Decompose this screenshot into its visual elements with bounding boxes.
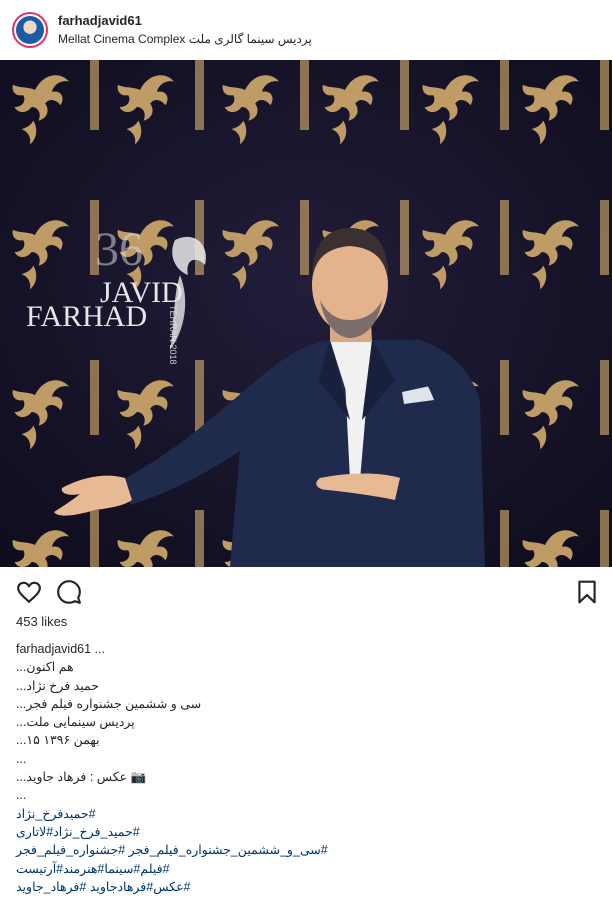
like-count[interactable]: 453 likes [16, 614, 67, 629]
hashtag-line[interactable]: #سی_و_ششمین_جشنواره_فیلم_فجر #جشنواره_فی… [16, 841, 328, 859]
post-header: farhadjavid61 Mellat Cinema Complex پردی… [0, 0, 612, 60]
photo-illustration: 36 JAVID FARHAD TEHRAN 2018 [0, 60, 612, 567]
hashtag-line[interactable]: #عکس#فرهادجاوید #فرهاد_جاوید [16, 878, 190, 896]
watermark-number: 36 [95, 223, 143, 276]
post-caption: farhadjavid61 ... هم اکنون... حمید فرخ ن… [16, 640, 596, 896]
heart-icon[interactable] [16, 579, 42, 605]
caption-line: حمید فرخ نژاد... [16, 678, 100, 693]
post-photo[interactable]: 36 JAVID FARHAD TEHRAN 2018 [0, 60, 612, 567]
caption-line: سی و ششمین جشنواره فیلم فجر... [16, 696, 202, 711]
caption-line: 📷 عکس : فرهاد جاوید... [16, 770, 147, 785]
hashtag-line[interactable]: #فیلم#سینما#هنرمند#آرتیست [16, 860, 170, 878]
hashtag-line[interactable]: #حمید_فرخ_نژاد#لاتاری [16, 823, 140, 841]
post-username[interactable]: farhadjavid61 [58, 13, 312, 29]
caption-username[interactable]: farhadjavid61 [16, 642, 91, 656]
bookmark-icon[interactable] [574, 579, 600, 605]
hashtag-line[interactable]: #حمیدفرخ_نژاد [16, 805, 96, 823]
action-bar [0, 567, 612, 615]
comment-icon[interactable] [56, 579, 82, 605]
caption-line: ... [16, 788, 27, 803]
caption-line: پردیس سینمایی ملت... [16, 715, 135, 730]
caption-more[interactable]: ... [95, 642, 105, 656]
watermark-name-2: FARHAD [26, 300, 147, 333]
avatar[interactable] [12, 12, 48, 48]
caption-line: هم اکنون... [16, 660, 74, 675]
caption-line: بهمن ۱۳۹۶ ۱۵... [16, 733, 100, 748]
caption-line: ... [16, 751, 27, 766]
post-location[interactable]: Mellat Cinema Complex پردیس سینما گالری … [58, 31, 312, 47]
